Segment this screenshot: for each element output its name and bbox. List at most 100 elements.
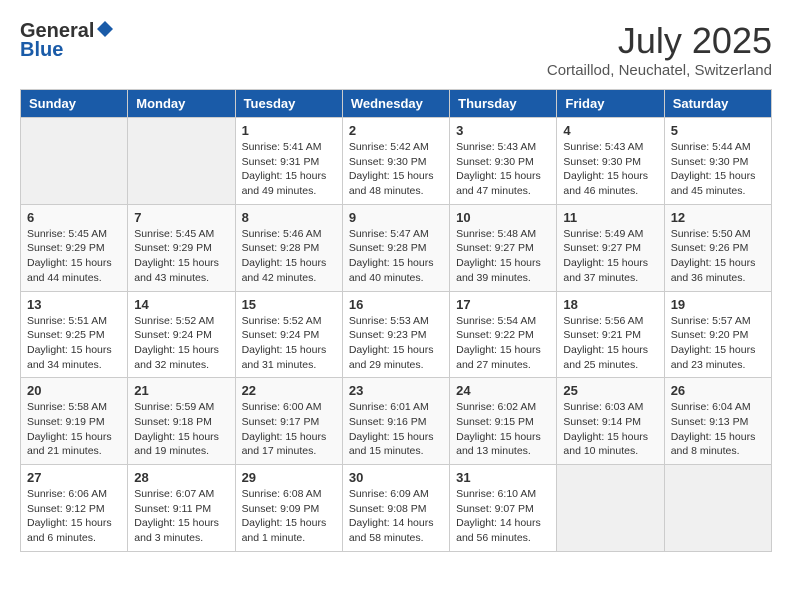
logo-triangle-icon — [96, 20, 114, 43]
day-number: 14 — [134, 297, 228, 312]
day-info: Sunrise: 5:41 AMSunset: 9:31 PMDaylight:… — [242, 140, 336, 199]
day-info: Sunrise: 5:52 AMSunset: 9:24 PMDaylight:… — [134, 314, 228, 373]
logo: General Blue — [20, 20, 114, 62]
weekday-header-sunday: Sunday — [21, 90, 128, 118]
calendar-cell — [557, 465, 664, 552]
calendar-cell: 25 Sunrise: 6:03 AMSunset: 9:14 PMDayligh… — [557, 378, 664, 465]
day-number: 20 — [27, 383, 121, 398]
calendar-cell: 26 Sunrise: 6:04 AMSunset: 9:13 PMDayligh… — [664, 378, 771, 465]
day-info: Sunrise: 5:43 AMSunset: 9:30 PMDaylight:… — [563, 140, 657, 199]
day-number: 1 — [242, 123, 336, 138]
day-number: 24 — [456, 383, 550, 398]
day-number: 26 — [671, 383, 765, 398]
day-number: 30 — [349, 470, 443, 485]
calendar-cell — [128, 118, 235, 205]
weekday-header-thursday: Thursday — [450, 90, 557, 118]
day-number: 2 — [349, 123, 443, 138]
day-number: 27 — [27, 470, 121, 485]
day-number: 29 — [242, 470, 336, 485]
day-info: Sunrise: 5:44 AMSunset: 9:30 PMDaylight:… — [671, 140, 765, 199]
calendar-cell: 16 Sunrise: 5:53 AMSunset: 9:23 PMDayligh… — [342, 291, 449, 378]
calendar-cell: 8Sunrise: 5:46 AMSunset: 9:28 PMDaylight… — [235, 204, 342, 291]
day-number: 17 — [456, 297, 550, 312]
week-row-2: 6 Sunrise: 5:45 AMSunset: 9:29 PMDaylight… — [21, 204, 772, 291]
day-info: Sunrise: 5:47 AMSunset: 9:28 PMDaylight:… — [349, 227, 443, 286]
calendar-cell: 2 Sunrise: 5:42 AMSunset: 9:30 PMDaylight… — [342, 118, 449, 205]
calendar-cell — [664, 465, 771, 552]
calendar-cell: 23 Sunrise: 6:01 AMSunset: 9:16 PMDayligh… — [342, 378, 449, 465]
day-number: 3 — [456, 123, 550, 138]
day-info: Sunrise: 6:04 AMSunset: 9:13 PMDaylight:… — [671, 400, 765, 459]
day-number: 25 — [563, 383, 657, 398]
day-info: Sunrise: 6:02 AMSunset: 9:15 PMDaylight:… — [456, 400, 550, 459]
calendar-cell: 30 Sunrise: 6:09 AMSunset: 9:08 PMDayligh… — [342, 465, 449, 552]
calendar-cell: 22Sunrise: 6:00 AMSunset: 9:17 PMDayligh… — [235, 378, 342, 465]
day-number: 4 — [563, 123, 657, 138]
location-text: Cortaillod, Neuchatel, Switzerland — [547, 62, 772, 79]
page-header: General Blue July 2025 Cortaillod, Neuch… — [20, 20, 772, 79]
calendar-cell: 31Sunrise: 6:10 AMSunset: 9:07 PMDayligh… — [450, 465, 557, 552]
weekday-header-monday: Monday — [128, 90, 235, 118]
weekday-header-saturday: Saturday — [664, 90, 771, 118]
calendar-cell: 12 Sunrise: 5:50 AMSunset: 9:26 PMDayligh… — [664, 204, 771, 291]
calendar-cell — [21, 118, 128, 205]
calendar-table: SundayMondayTuesdayWednesdayThursdayFrid… — [20, 89, 772, 552]
calendar-cell: 7Sunrise: 5:45 AMSunset: 9:29 PMDaylight… — [128, 204, 235, 291]
day-number: 8 — [242, 210, 336, 225]
day-info: Sunrise: 5:53 AMSunset: 9:23 PMDaylight:… — [349, 314, 443, 373]
calendar-cell: 24 Sunrise: 6:02 AMSunset: 9:15 PMDayligh… — [450, 378, 557, 465]
day-number: 28 — [134, 470, 228, 485]
day-number: 11 — [563, 210, 657, 225]
calendar-cell: 29 Sunrise: 6:08 AMSunset: 9:09 PMDayligh… — [235, 465, 342, 552]
day-number: 6 — [27, 210, 121, 225]
day-number: 13 — [27, 297, 121, 312]
day-info: Sunrise: 6:01 AMSunset: 9:16 PMDaylight:… — [349, 400, 443, 459]
day-info: Sunrise: 5:56 AMSunset: 9:21 PMDaylight:… — [563, 314, 657, 373]
calendar-cell: 1 Sunrise: 5:41 AMSunset: 9:31 PMDaylight… — [235, 118, 342, 205]
day-info: Sunrise: 5:54 AMSunset: 9:22 PMDaylight:… — [456, 314, 550, 373]
day-number: 9 — [349, 210, 443, 225]
day-info: Sunrise: 5:57 AMSunset: 9:20 PMDaylight:… — [671, 314, 765, 373]
day-info: Sunrise: 5:50 AMSunset: 9:26 PMDaylight:… — [671, 227, 765, 286]
day-number: 12 — [671, 210, 765, 225]
calendar-cell: 3Sunrise: 5:43 AMSunset: 9:30 PMDaylight… — [450, 118, 557, 205]
calendar-cell: 9 Sunrise: 5:47 AMSunset: 9:28 PMDaylight… — [342, 204, 449, 291]
day-number: 10 — [456, 210, 550, 225]
day-info: Sunrise: 6:06 AMSunset: 9:12 PMDaylight:… — [27, 487, 121, 546]
month-title: July 2025 — [547, 20, 772, 62]
logo-blue-text: Blue — [20, 39, 63, 62]
day-info: Sunrise: 5:52 AMSunset: 9:24 PMDaylight:… — [242, 314, 336, 373]
day-info: Sunrise: 5:59 AMSunset: 9:18 PMDaylight:… — [134, 400, 228, 459]
calendar-cell: 5 Sunrise: 5:44 AMSunset: 9:30 PMDaylight… — [664, 118, 771, 205]
day-number: 19 — [671, 297, 765, 312]
calendar-cell: 19 Sunrise: 5:57 AMSunset: 9:20 PMDayligh… — [664, 291, 771, 378]
day-info: Sunrise: 5:58 AMSunset: 9:19 PMDaylight:… — [27, 400, 121, 459]
week-row-5: 27 Sunrise: 6:06 AMSunset: 9:12 PMDayligh… — [21, 465, 772, 552]
day-number: 5 — [671, 123, 765, 138]
day-number: 21 — [134, 383, 228, 398]
calendar-cell: 14 Sunrise: 5:52 AMSunset: 9:24 PMDayligh… — [128, 291, 235, 378]
week-row-4: 20 Sunrise: 5:58 AMSunset: 9:19 PMDayligh… — [21, 378, 772, 465]
day-number: 15 — [242, 297, 336, 312]
day-info: Sunrise: 6:10 AMSunset: 9:07 PMDaylight:… — [456, 487, 550, 546]
calendar-cell: 27 Sunrise: 6:06 AMSunset: 9:12 PMDayligh… — [21, 465, 128, 552]
day-info: Sunrise: 6:09 AMSunset: 9:08 PMDaylight:… — [349, 487, 443, 546]
day-number: 16 — [349, 297, 443, 312]
weekday-header-row: SundayMondayTuesdayWednesdayThursdayFrid… — [21, 90, 772, 118]
day-info: Sunrise: 6:08 AMSunset: 9:09 PMDaylight:… — [242, 487, 336, 546]
day-info: Sunrise: 5:45 AMSunset: 9:29 PMDaylight:… — [27, 227, 121, 286]
day-info: Sunrise: 6:07 AMSunset: 9:11 PMDaylight:… — [134, 487, 228, 546]
calendar-cell: 11 Sunrise: 5:49 AMSunset: 9:27 PMDayligh… — [557, 204, 664, 291]
day-info: Sunrise: 5:48 AMSunset: 9:27 PMDaylight:… — [456, 227, 550, 286]
calendar-cell: 28 Sunrise: 6:07 AMSunset: 9:11 PMDayligh… — [128, 465, 235, 552]
calendar-cell: 15 Sunrise: 5:52 AMSunset: 9:24 PMDayligh… — [235, 291, 342, 378]
calendar-cell: 17 Sunrise: 5:54 AMSunset: 9:22 PMDayligh… — [450, 291, 557, 378]
calendar-cell: 20 Sunrise: 5:58 AMSunset: 9:19 PMDayligh… — [21, 378, 128, 465]
day-info: Sunrise: 6:03 AMSunset: 9:14 PMDaylight:… — [563, 400, 657, 459]
calendar-cell: 21 Sunrise: 5:59 AMSunset: 9:18 PMDayligh… — [128, 378, 235, 465]
week-row-1: 1 Sunrise: 5:41 AMSunset: 9:31 PMDaylight… — [21, 118, 772, 205]
day-number: 23 — [349, 383, 443, 398]
day-number: 18 — [563, 297, 657, 312]
day-info: Sunrise: 5:49 AMSunset: 9:27 PMDaylight:… — [563, 227, 657, 286]
day-info: Sunrise: 5:42 AMSunset: 9:30 PMDaylight:… — [349, 140, 443, 199]
